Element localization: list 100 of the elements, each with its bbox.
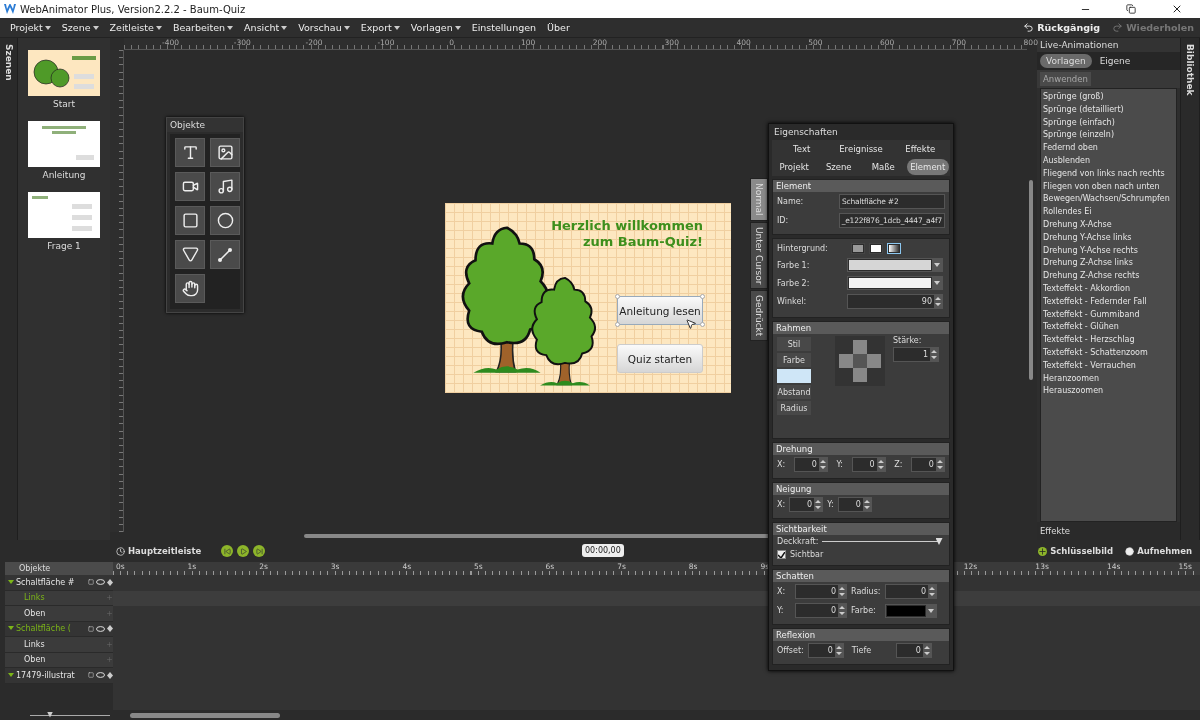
- background-option[interactable]: [887, 243, 901, 254]
- background-option[interactable]: [869, 243, 883, 254]
- panel-tab[interactable]: Eigene: [1093, 54, 1137, 68]
- expand-arrow-icon[interactable]: [8, 579, 14, 585]
- animation-item[interactable]: Texteffekt - Herzschlag: [1043, 334, 1174, 347]
- skip-forward-button[interactable]: [253, 545, 266, 557]
- spinner-arrows-icon[interactable]: [922, 644, 931, 657]
- tool-button[interactable]: [175, 240, 205, 269]
- record-button[interactable]: Aufnehmen: [1125, 546, 1192, 556]
- skew-field[interactable]: 0: [837, 497, 872, 512]
- track-row[interactable]: Schaltfläche #: [5, 575, 113, 591]
- tool-button[interactable]: [210, 240, 240, 269]
- tool-button[interactable]: [210, 172, 240, 201]
- animation-item[interactable]: Heranzoomen: [1043, 372, 1174, 386]
- animation-item[interactable]: Texteffekt - Akkordion: [1043, 282, 1174, 296]
- spinner-arrows-icon[interactable]: [834, 644, 843, 657]
- animation-item[interactable]: Ausblenden: [1043, 155, 1174, 168]
- animation-item[interactable]: Herauszoomen: [1043, 385, 1174, 399]
- tool-button[interactable]: [210, 138, 240, 167]
- border-width-field[interactable]: 1: [893, 347, 939, 362]
- animation-item[interactable]: Sprünge (groß): [1043, 91, 1174, 104]
- spinner-arrows-icon[interactable]: [818, 458, 827, 471]
- eye-icon[interactable]: [96, 625, 105, 632]
- animation-item[interactable]: Drehung Y-Achse rechts: [1043, 244, 1174, 258]
- skip-back-button[interactable]: [221, 545, 234, 557]
- animation-item[interactable]: Federnd oben: [1043, 142, 1174, 155]
- border-option[interactable]: Stil: [777, 337, 811, 351]
- border-option[interactable]: Radius: [777, 401, 811, 415]
- close-icon[interactable]: [1171, 3, 1183, 15]
- animation-item[interactable]: Sprünge (einzeln): [1043, 129, 1174, 143]
- animation-item[interactable]: Sprünge (einfach): [1043, 116, 1174, 130]
- diamond-icon[interactable]: [107, 671, 113, 679]
- menu-item[interactable]: Zeitleiste: [105, 22, 169, 33]
- checkbox[interactable]: [777, 550, 786, 559]
- animation-item[interactable]: Texteffekt - Gummiband: [1043, 308, 1174, 322]
- tool-button[interactable]: [175, 172, 205, 201]
- track-row[interactable]: 17479-illustrat: [5, 668, 113, 684]
- menu-item[interactable]: Bearbeiten: [168, 22, 241, 33]
- border-sides-icon[interactable]: [835, 336, 885, 386]
- shadow-radius-field[interactable]: 0: [885, 584, 937, 599]
- color-picker[interactable]: [885, 603, 937, 618]
- state-tab[interactable]: Gedrückt: [750, 290, 768, 342]
- animation-item[interactable]: Drehung Y-Achse links: [1043, 231, 1174, 245]
- spinner-arrows-icon[interactable]: [838, 585, 846, 598]
- scene-thumbnail[interactable]: [28, 121, 100, 167]
- spinner-arrows-icon[interactable]: [934, 295, 942, 308]
- properties-tab[interactable]: Ereignisse: [832, 141, 890, 157]
- animation-item[interactable]: Rollendes Ei: [1043, 206, 1174, 219]
- state-tab[interactable]: Unter Cursor: [750, 221, 768, 290]
- eye-icon[interactable]: [96, 579, 105, 586]
- undo-button[interactable]: Rückgängig: [1017, 22, 1107, 33]
- menu-item[interactable]: Ansicht: [240, 22, 295, 33]
- timeline-scrollbar[interactable]: [130, 712, 280, 718]
- shadow-y-field[interactable]: 0: [795, 603, 847, 618]
- keyframe-button[interactable]: Schlüsselbild: [1038, 546, 1114, 556]
- animation-item[interactable]: Texteffekt - Verrauchen: [1043, 359, 1174, 373]
- animation-item[interactable]: Drehung X-Achse: [1043, 218, 1174, 232]
- track-row[interactable]: Links: [5, 637, 113, 653]
- eye-icon[interactable]: [96, 672, 105, 679]
- effects-tab[interactable]: Effekte: [1037, 522, 1180, 540]
- reflection-offset-field[interactable]: 0: [807, 643, 844, 658]
- diamond-icon[interactable]: [107, 625, 113, 633]
- animation-item[interactable]: Fliegend von links nach rechts: [1043, 167, 1174, 181]
- properties-tab[interactable]: Projekt: [773, 159, 816, 175]
- animation-item[interactable]: Drehung Z-Achse rechts: [1043, 270, 1174, 283]
- properties-tab[interactable]: Effekte: [891, 141, 949, 157]
- animation-item[interactable]: Bewegen/Wachsen/Schrumpfen: [1043, 193, 1174, 207]
- tool-button[interactable]: [175, 206, 205, 235]
- menu-item[interactable]: Projekt: [6, 22, 58, 33]
- border-option[interactable]: Abstand: [777, 385, 811, 399]
- animation-item[interactable]: Sprünge (detailliert): [1043, 103, 1174, 117]
- angle-field[interactable]: 90: [847, 294, 943, 309]
- menu-item[interactable]: Vorschau: [294, 22, 357, 33]
- animation-item[interactable]: Texteffekt - Schattenzoom: [1043, 346, 1174, 360]
- spinner-arrows-icon[interactable]: [862, 498, 871, 511]
- library-tab[interactable]: Bibliothek: [1180, 38, 1200, 540]
- expand-arrow-icon[interactable]: [8, 672, 14, 678]
- shadow-x-field[interactable]: 0: [795, 584, 847, 599]
- play-button[interactable]: [237, 545, 250, 557]
- spinner-arrows-icon[interactable]: [935, 458, 944, 471]
- rotation-field[interactable]: 0: [851, 457, 886, 472]
- tool-button[interactable]: [175, 138, 205, 167]
- stage-button[interactable]: Anleitung lesen: [617, 296, 703, 325]
- properties-tab[interactable]: Maße: [862, 159, 905, 175]
- dropdown-arrow-icon[interactable]: [934, 263, 940, 267]
- panel-tab[interactable]: Vorlagen: [1040, 54, 1092, 68]
- color-picker[interactable]: [847, 258, 943, 272]
- expand-arrow-icon[interactable]: [8, 626, 14, 632]
- spinner-arrows-icon[interactable]: [928, 585, 936, 598]
- stage-button[interactable]: Quiz starten: [617, 344, 703, 373]
- properties-tab[interactable]: Element: [906, 159, 949, 175]
- color-picker[interactable]: [847, 276, 943, 290]
- tool-button[interactable]: [175, 274, 205, 303]
- spinner-arrows-icon[interactable]: [838, 604, 846, 617]
- scene-thumbnail[interactable]: [28, 192, 100, 238]
- reflection-depth-field[interactable]: 0: [895, 643, 932, 658]
- dropdown-arrow-icon[interactable]: [928, 608, 934, 613]
- animation-item[interactable]: Texteffekt - Glühen: [1043, 321, 1174, 335]
- animation-item[interactable]: Drehung Z-Achse links: [1043, 257, 1174, 271]
- diamond-icon[interactable]: [107, 578, 113, 586]
